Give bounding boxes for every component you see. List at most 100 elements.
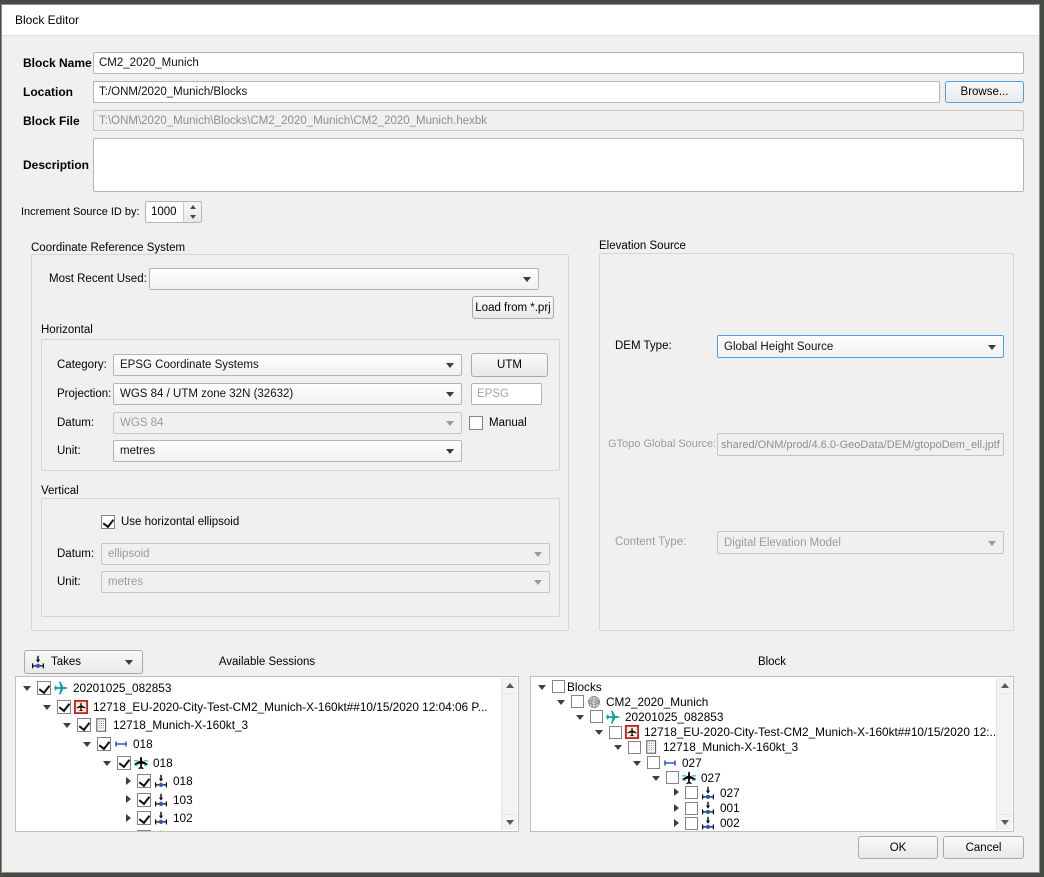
tree-row[interactable]: 002 [531, 816, 998, 831]
tree-row[interactable]: CM2_2020_Munich [531, 694, 998, 709]
dropdown-arrow-icon [446, 449, 454, 454]
tree-row[interactable]: 12718_EU-2020-City-Test-CM2_Munich-X-160… [16, 698, 503, 717]
tree-row[interactable]: 027 [531, 755, 998, 770]
dropdown-arrow-icon [446, 392, 454, 397]
scroll-up-icon[interactable] [997, 678, 1012, 694]
location-input[interactable] [93, 81, 940, 103]
row-checkbox[interactable] [647, 756, 660, 769]
expander-open-icon[interactable] [536, 680, 550, 694]
datum-select: WGS 84 [113, 412, 462, 434]
description-input[interactable] [93, 138, 1024, 192]
expander-open-icon[interactable] [41, 700, 55, 714]
tree-row-label: 12718_Munich-X-160kt_3 [663, 740, 798, 754]
row-checkbox[interactable] [137, 793, 151, 807]
block-icon [587, 695, 602, 709]
spin-down-icon[interactable] [184, 212, 201, 222]
vertical-scrollbar[interactable] [996, 678, 1012, 830]
row-checkbox[interactable] [77, 718, 91, 732]
most-recent-used-select[interactable] [149, 268, 539, 290]
row-checkbox[interactable] [590, 710, 603, 723]
expander-open-icon[interactable] [555, 695, 569, 709]
expander-closed-icon[interactable] [669, 801, 683, 815]
row-checkbox[interactable] [628, 741, 641, 754]
row-checkbox[interactable] [57, 700, 71, 714]
scroll-down-icon[interactable] [997, 814, 1012, 830]
manual-checkbox[interactable] [469, 416, 483, 430]
scroll-down-icon[interactable] [502, 814, 517, 830]
flightline-icon [663, 756, 678, 770]
expander-closed-icon[interactable] [669, 786, 683, 800]
row-checkbox[interactable] [685, 786, 698, 799]
tree-row[interactable]: 103 [16, 791, 503, 810]
increment-spinbox[interactable] [145, 201, 202, 223]
expander-open-icon[interactable] [631, 756, 645, 770]
load-prj-button[interactable]: Load from *.prj [472, 296, 554, 319]
expander-open-icon[interactable] [81, 737, 95, 751]
tree-row[interactable]: 027 [531, 770, 998, 785]
row-checkbox[interactable] [685, 802, 698, 815]
use-horizontal-ellipsoid-checkbox[interactable] [101, 515, 115, 529]
browse-button[interactable]: Browse... [945, 81, 1024, 103]
expander-closed-icon[interactable] [669, 816, 683, 830]
tree-row[interactable]: 12718_Munich-X-160kt_3 [16, 716, 503, 735]
spin-up-icon[interactable] [184, 202, 201, 212]
take-icon [154, 793, 169, 807]
epsg-input[interactable] [471, 383, 542, 405]
unit-select[interactable]: metres [113, 440, 462, 462]
expander-open-icon[interactable] [101, 756, 115, 770]
tree-row[interactable] [16, 828, 503, 831]
expander-closed-icon[interactable] [121, 793, 135, 807]
tree-row[interactable]: 018 [16, 735, 503, 754]
expander-open-icon[interactable] [650, 771, 664, 785]
block-name-input[interactable] [93, 52, 1024, 74]
tree-row[interactable]: 12718_EU-2020-City-Test-CM2_Munich-X-160… [531, 725, 998, 740]
category-select[interactable]: EPSG Coordinate Systems [113, 354, 462, 376]
collection-icon [625, 725, 640, 739]
row-checkbox[interactable] [666, 771, 679, 784]
projection-select[interactable]: WGS 84 / UTM zone 32N (32632) [113, 383, 462, 405]
tree-row[interactable]: 018 [16, 753, 503, 772]
expander-open-icon[interactable] [61, 718, 75, 732]
row-checkbox[interactable] [609, 726, 622, 739]
tree-row[interactable]: 001 [531, 801, 998, 816]
expander-closed-icon[interactable] [121, 830, 135, 831]
tree-row[interactable]: 20201025_082853 [531, 709, 998, 724]
tree-row[interactable]: Blocks [531, 679, 998, 694]
row-checkbox[interactable] [117, 756, 131, 770]
expander-open-icon[interactable] [21, 681, 35, 695]
tree-row-label: 027 [720, 786, 740, 800]
expander-closed-icon[interactable] [121, 811, 135, 825]
row-checkbox[interactable] [137, 774, 151, 788]
collection-icon [74, 700, 89, 714]
tree-row[interactable]: 027 [531, 785, 998, 800]
row-checkbox[interactable] [552, 680, 565, 693]
ok-button[interactable]: OK [858, 836, 938, 859]
category-label: Category: [57, 354, 107, 376]
cancel-button[interactable]: Cancel [943, 836, 1024, 859]
row-checkbox[interactable] [137, 830, 151, 831]
tree-row[interactable]: 018 [16, 772, 503, 791]
desktop-background: { "window": { "title": "Block Editor" },… [0, 0, 1044, 877]
row-checkbox[interactable] [685, 817, 698, 830]
increment-input[interactable] [146, 202, 187, 222]
tree-row[interactable]: 12718_Munich-X-160kt_3 [531, 740, 998, 755]
expander-closed-icon[interactable] [121, 774, 135, 788]
expander-open-icon[interactable] [593, 725, 607, 739]
tree-row[interactable]: 102 [16, 809, 503, 828]
row-checkbox[interactable] [37, 681, 51, 695]
expander-open-icon[interactable] [574, 710, 588, 724]
tree-row-label: 018 [173, 774, 193, 788]
title-bar[interactable]: Block Editor [2, 5, 1039, 36]
tree-row-label: CM2_2020_Munich [606, 695, 708, 709]
row-checkbox[interactable] [571, 695, 584, 708]
take-icon [154, 830, 169, 831]
tree-row[interactable]: 20201025_082853 [16, 679, 503, 698]
scroll-up-icon[interactable] [502, 678, 517, 694]
utm-button[interactable]: UTM [471, 353, 548, 377]
row-checkbox[interactable] [97, 737, 111, 751]
expander-open-icon[interactable] [612, 740, 626, 754]
dropdown-arrow-icon [446, 421, 454, 426]
vertical-scrollbar[interactable] [501, 678, 517, 830]
row-checkbox[interactable] [137, 811, 151, 825]
dem-type-select[interactable]: Global Height Source [717, 335, 1004, 358]
